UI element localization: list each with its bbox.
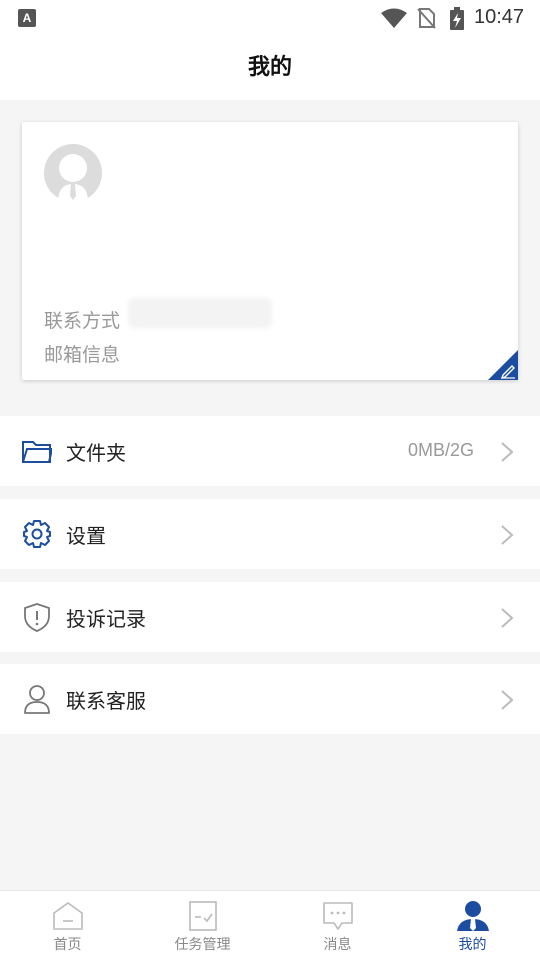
battery-charging-icon	[450, 7, 464, 30]
avatar[interactable]	[44, 144, 102, 202]
profile-icon	[456, 901, 489, 931]
tab-label: 任务管理	[174, 937, 231, 953]
status-bar: A 10:47	[0, 0, 540, 36]
message-icon	[322, 902, 353, 930]
menu-item-label: 联系客服	[66, 689, 146, 713]
contact-label: 联系方式	[44, 310, 121, 332]
chevron-right-icon	[501, 442, 514, 462]
menu-item-label: 投诉记录	[66, 607, 146, 631]
shield-icon	[24, 603, 50, 632]
wifi-icon	[381, 8, 407, 28]
chevron-right-icon	[501, 525, 514, 545]
tab-label: 消息	[323, 937, 352, 953]
menu-item-label: 文件夹	[66, 441, 126, 465]
menu-item-complaints[interactable]: 投诉记录	[0, 582, 540, 652]
menu-item-customer-service[interactable]: 联系客服	[0, 664, 540, 734]
chevron-right-icon	[501, 608, 514, 628]
email-label: 邮箱信息	[44, 344, 121, 366]
bottom-tab-bar: 首页 任务管理 消息 我的	[0, 890, 540, 960]
chevron-right-icon	[501, 690, 514, 710]
no-sim-icon	[417, 8, 436, 29]
gear-icon	[23, 520, 51, 548]
edit-icon[interactable]	[488, 350, 518, 380]
title-bar: 我的	[0, 36, 540, 100]
person-icon	[24, 685, 50, 714]
contact-value-redacted	[128, 298, 272, 328]
storage-usage: 0MB/2G	[407, 440, 474, 460]
profile-card[interactable]: 联系方式 邮箱信息	[22, 122, 518, 380]
tab-messages[interactable]: 消息	[270, 891, 405, 960]
status-time: 10:47	[474, 6, 525, 28]
menu-item-settings[interactable]: 设置	[0, 499, 540, 569]
tab-profile[interactable]: 我的	[405, 891, 540, 960]
tab-tasks[interactable]: 任务管理	[135, 891, 270, 960]
page-title: 我的	[247, 55, 292, 80]
task-icon	[188, 901, 217, 931]
app-notification-icon: A	[18, 9, 36, 27]
tab-home[interactable]: 首页	[0, 891, 135, 960]
menu-item-label: 设置	[66, 524, 106, 548]
tab-label: 我的	[458, 937, 487, 953]
tab-label: 首页	[53, 937, 82, 953]
menu-item-folder[interactable]: 文件夹 0MB/2G	[0, 416, 540, 486]
folder-icon	[22, 441, 52, 463]
home-icon	[52, 902, 83, 930]
